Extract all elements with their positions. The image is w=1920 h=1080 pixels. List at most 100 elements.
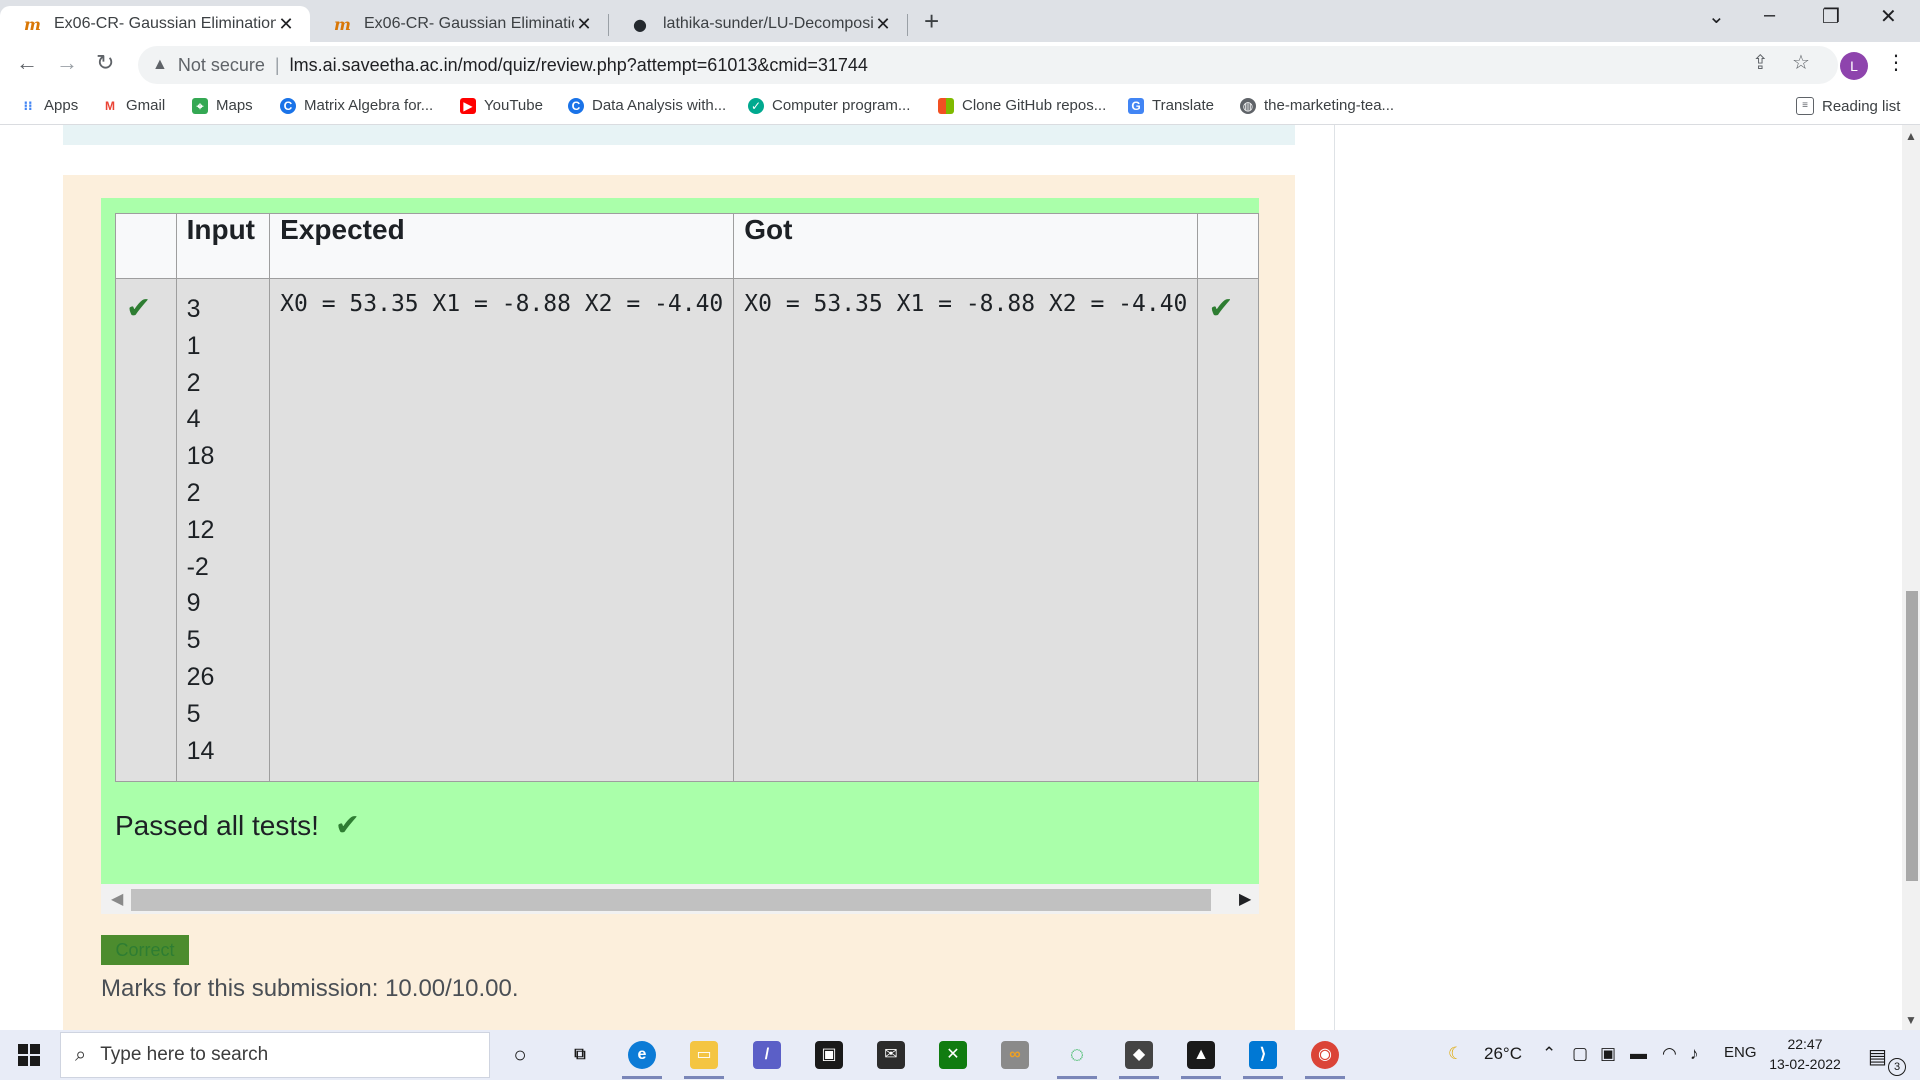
bookmark-youtube[interactable]: ▶ YouTube <box>460 97 543 114</box>
youtube-icon: ▶ <box>460 97 476 114</box>
globe-icon: ◍ <box>1240 97 1256 114</box>
expected-output-cell: X0 = 53.35 X1 = -8.88 X2 = -4.40 <box>269 277 735 783</box>
tray-chevron-up-icon[interactable]: ⌃ <box>1542 1044 1556 1064</box>
chrome-icon[interactable]: ◉ <box>1311 1041 1339 1069</box>
close-icon[interactable]: ✕ <box>574 14 594 35</box>
bookmark-computer-program[interactable]: ✓ Computer program... <box>748 97 910 114</box>
got-output-cell: X0 = 53.35 X1 = -8.88 X2 = -4.40 <box>733 277 1199 783</box>
volume-icon[interactable]: ♪ <box>1690 1044 1699 1064</box>
new-tab-button[interactable]: + <box>924 6 939 37</box>
xbox-icon[interactable]: ✕ <box>939 1041 967 1069</box>
restore-icon[interactable]: ❐ <box>1822 4 1840 29</box>
checkmark-icon: ✔ <box>1208 292 1234 325</box>
window-close-icon[interactable]: ✕ <box>1880 4 1897 29</box>
tab-separator <box>907 14 908 36</box>
search-placeholder: Type here to search <box>100 1044 269 1065</box>
file-explorer-icon[interactable]: ▭ <box>690 1041 718 1069</box>
tab-gaussian-elimination-active[interactable]: m Ex06-CR- Gaussian Elimination: A ✕ <box>0 6 310 42</box>
bookmark-matrix-algebra[interactable]: C Matrix Algebra for... <box>280 97 433 114</box>
tab-strip: m Ex06-CR- Gaussian Elimination: A ✕ m E… <box>0 0 1920 42</box>
scrollbar-thumb[interactable] <box>1906 591 1918 881</box>
bookmark-label: Translate <box>1152 97 1214 114</box>
translate-icon: G <box>1128 97 1144 114</box>
marks-text: Marks for this submission: 10.00/10.00. <box>101 975 519 1002</box>
clock-date: 13-02-2022 <box>1769 1056 1841 1072</box>
bookmark-gmail[interactable]: M Gmail <box>102 97 165 114</box>
notification-icon[interactable]: ▤ <box>1868 1044 1887 1069</box>
passed-text: Passed all tests! <box>115 809 319 841</box>
meet-now-icon[interactable]: ▢ <box>1572 1044 1588 1064</box>
forward-arrow-icon[interactable]: → <box>56 50 78 76</box>
battery-icon[interactable]: ▬ <box>1630 1044 1647 1064</box>
ring-app-icon[interactable]: ◌ <box>1063 1041 1091 1069</box>
cube-app-icon[interactable]: ◆ <box>1125 1041 1153 1069</box>
bookmark-star-icon[interactable]: ☆ <box>1792 50 1810 75</box>
scroll-down-icon[interactable]: ▼ <box>1905 1013 1917 1027</box>
bookmark-label: Data Analysis with... <box>592 97 727 114</box>
menu-kebab-icon[interactable]: ⋮ <box>1886 50 1906 75</box>
bookmark-data-analysis[interactable]: C Data Analysis with... <box>568 97 726 114</box>
running-indicator <box>622 1076 662 1079</box>
powerautomate-icon[interactable]: / <box>753 1041 781 1069</box>
browser-toolbar: ← → ↻ ▲ Not secure | lms.ai.saveetha.ac.… <box>0 42 1920 88</box>
scroll-right-icon[interactable]: ▶ <box>1239 889 1251 909</box>
clock-time: 22:47 <box>1787 1036 1823 1052</box>
bookmark-label: the-marketing-tea... <box>1264 97 1395 114</box>
bookmark-apps[interactable]: ⁝⁝ Apps <box>20 97 78 114</box>
passed-summary: Passed all tests! ✔ <box>115 808 360 843</box>
tab-gaussian-elimination[interactable]: m Ex06-CR- Gaussian Elimination ✕ <box>310 6 608 42</box>
bookmark-label: Computer program... <box>772 97 911 114</box>
warning-triangle-icon[interactable]: ▲ <box>152 56 168 74</box>
address-bar[interactable]: ▲ Not secure | lms.ai.saveetha.ac.in/mod… <box>138 46 1838 84</box>
coursera-icon: C <box>568 97 584 114</box>
share-icon[interactable]: ⇪ <box>1752 50 1769 75</box>
reading-list-button[interactable]: ≡ Reading list <box>1796 97 1900 115</box>
input-line: 14 <box>186 736 215 765</box>
language-indicator[interactable]: ENG <box>1724 1044 1757 1061</box>
weather-moon-icon[interactable]: ☾ <box>1448 1044 1463 1064</box>
tab-search-chevron-icon[interactable]: ⌄ <box>1708 4 1725 29</box>
security-label[interactable]: Not secure <box>178 55 265 76</box>
running-indicator <box>1057 1076 1097 1079</box>
profile-avatar[interactable]: L <box>1840 52 1868 80</box>
vscode-icon[interactable]: ⟩ <box>1249 1041 1277 1069</box>
minimize-icon[interactable]: – <box>1764 4 1775 27</box>
bookmark-label: Gmail <box>126 97 166 114</box>
weather-temperature[interactable]: 26°C <box>1484 1044 1522 1064</box>
scroll-left-icon[interactable]: ◀ <box>111 889 123 909</box>
coursera-icon: C <box>280 97 296 114</box>
scroll-up-icon[interactable]: ▲ <box>1905 129 1917 143</box>
back-arrow-icon[interactable]: ← <box>16 50 38 76</box>
close-icon[interactable]: ✕ <box>873 14 893 35</box>
edge-icon[interactable]: e <box>628 1041 656 1069</box>
infinity-app-icon[interactable]: ∞ <box>1001 1041 1029 1069</box>
bookmark-marketing[interactable]: ◍ the-marketing-tea... <box>1240 97 1394 114</box>
bookmark-label: YouTube <box>484 97 543 114</box>
store-icon[interactable]: ▣ <box>815 1041 843 1069</box>
cortana-icon[interactable]: ○ <box>506 1041 534 1069</box>
task-view-icon[interactable]: ⧉ <box>566 1041 594 1069</box>
close-icon[interactable]: ✕ <box>276 14 296 35</box>
mail-icon[interactable]: ✉ <box>877 1041 905 1069</box>
taskbar-search-box[interactable]: ⌕ Type here to search <box>60 1032 490 1078</box>
bookmark-clone-github[interactable]: Clone GitHub repos... <box>938 97 1106 114</box>
horizontal-scrollbar[interactable]: ◀ ▶ <box>101 884 1259 914</box>
windows-start-icon[interactable] <box>18 1044 40 1066</box>
scrollbar-thumb[interactable] <box>131 889 1211 911</box>
vertical-scrollbar[interactable]: ▲ ▼ <box>1902 125 1920 1030</box>
input-line: 9 <box>186 589 201 618</box>
display-icon[interactable]: ▣ <box>1600 1044 1616 1064</box>
input-line: 18 <box>186 442 215 471</box>
wifi-icon[interactable]: ◠ <box>1662 1044 1677 1064</box>
bookmark-maps[interactable]: ⌖ Maps <box>192 97 253 114</box>
running-indicator <box>1305 1076 1345 1079</box>
previous-section-strip <box>63 125 1295 145</box>
photos-icon[interactable]: ▲ <box>1187 1041 1215 1069</box>
reload-icon[interactable]: ↻ <box>96 50 114 76</box>
bookmark-translate[interactable]: G Translate <box>1128 97 1214 114</box>
clock[interactable]: 22:47 13-02-2022 <box>1760 1034 1850 1074</box>
tab-github-lu-decomposition[interactable]: ● lathika-sunder/LU-Decompositio ✕ <box>609 6 907 42</box>
table-row: ✔ 3 1 2 4 18 2 12 -2 9 5 26 5 14 X0 = 53… <box>115 277 1259 783</box>
input-line: 12 <box>186 515 215 544</box>
url-text[interactable]: lms.ai.saveetha.ac.in/mod/quiz/review.ph… <box>290 55 868 76</box>
